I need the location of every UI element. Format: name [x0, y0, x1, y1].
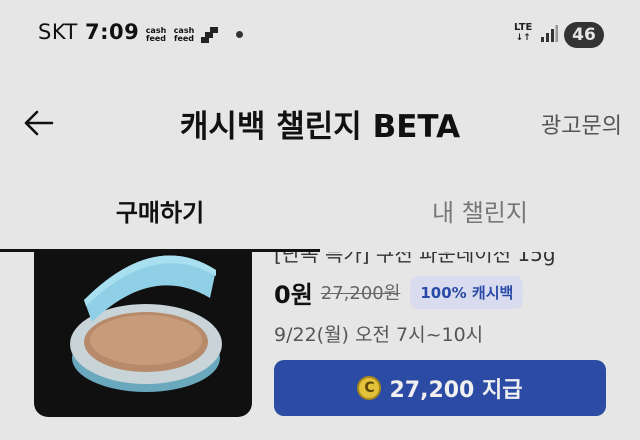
status-bar: SKT 7:09 cash feed cash feed LTE ↓↑ 46 — [0, 0, 640, 70]
signal-icon — [541, 25, 558, 42]
clock: 7:09 — [85, 20, 140, 44]
challenge-schedule: 9/22(월) 오전 7시~10시 — [274, 324, 484, 346]
cushion-compact-illustration — [70, 255, 222, 392]
app-notification-icon — [201, 27, 218, 43]
product-image — [34, 252, 252, 417]
network-type: LTE — [514, 22, 533, 33]
data-arrows-icon: ↓↑ — [515, 33, 531, 43]
battery-indicator: 46 — [564, 22, 604, 48]
product-name: [단독 특가] 쿠션 파운데이션 15g — [274, 252, 556, 266]
product-card[interactable]: [단독 특가] 쿠션 파운데이션 15g 0원 27,200원 100% 캐시백… — [0, 252, 640, 440]
coin-icon: C — [357, 376, 382, 400]
cashfeed-notification-icon: cash feed — [145, 26, 167, 43]
more-notifications-dot — [236, 31, 243, 38]
price-row: 0원 27,200원 100% 캐시백 — [274, 275, 524, 309]
cashback-badge: 100% 캐시백 — [410, 275, 524, 309]
ad-inquiry-link[interactable]: 광고문의 — [541, 108, 622, 140]
cashback-pay-button[interactable]: C 27,200 지급 — [274, 360, 606, 416]
sale-price: 0원 — [274, 280, 313, 309]
pay-button-label: 27,200 지급 — [389, 378, 523, 403]
tab-my-challenge[interactable]: 내 챌린지 — [380, 193, 580, 228]
tab-buy[interactable]: 구매하기 — [60, 193, 260, 228]
lte-indicator: LTE ↓↑ — [514, 22, 533, 44]
original-price: 27,200원 — [320, 283, 401, 304]
carrier-time: SKT 7:09 — [38, 20, 139, 44]
cashfeed-notification-icon-2: cash feed — [173, 26, 195, 43]
carrier-label: SKT — [38, 20, 78, 44]
